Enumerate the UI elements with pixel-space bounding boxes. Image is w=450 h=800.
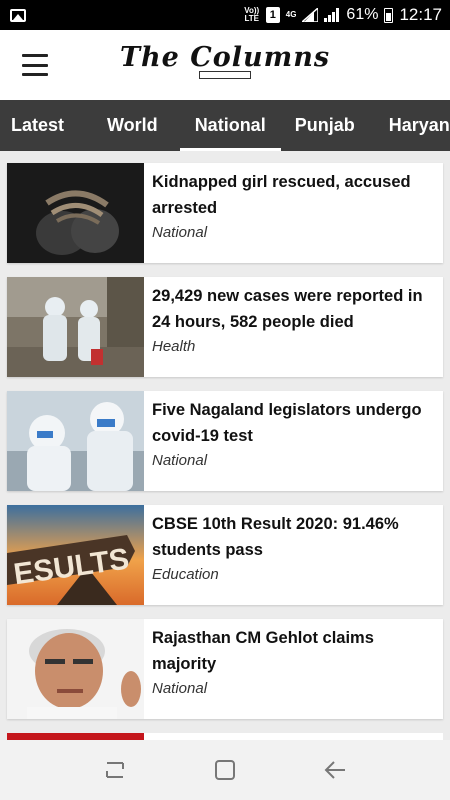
article-category: National <box>152 224 208 241</box>
news-feed: Kidnapped girl rescued, accused arrested… <box>0 151 450 740</box>
clock: 12:17 <box>399 5 442 24</box>
tab-national[interactable]: National <box>179 100 281 151</box>
tab-world[interactable]: World <box>99 100 166 151</box>
battery-percentage: 61% <box>346 6 379 23</box>
back-button[interactable] <box>320 755 350 785</box>
app-title: The Columns <box>119 42 331 73</box>
article-card[interactable]: ESULTS CBSE 10th Result 2020: 91.46% stu… <box>7 505 443 605</box>
article-thumbnail: ESULTS <box>7 505 144 605</box>
back-icon <box>324 761 345 779</box>
gallery-notification-icon <box>10 8 26 22</box>
recent-apps-icon <box>106 762 124 778</box>
article-category: Health <box>152 338 196 355</box>
system-nav-bar <box>0 740 450 800</box>
status-bar: Vo)) LTE 1 4G 61% 12:17 <box>0 0 450 30</box>
article-thumbnail <box>7 163 144 263</box>
category-tabs: Latest World National Punjab Haryana <box>0 100 450 151</box>
article-category: National <box>152 452 208 469</box>
tab-punjab[interactable]: Punjab <box>287 100 363 151</box>
volte-indicator: Vo)) LTE <box>244 6 260 23</box>
article-card[interactable]: 29,429 new cases were reported in 24 hou… <box>7 277 443 377</box>
article-card[interactable]: Rajasthan CM Gehlot claims majority Nati… <box>7 619 443 719</box>
home-button[interactable] <box>210 755 240 785</box>
article-title: 29,429 new cases were reported in 24 hou… <box>152 287 423 331</box>
article-card[interactable]: Kidnapped girl rescued, accused arrested… <box>7 163 443 263</box>
article-title: CBSE 10th Result 2020: 91.46% students p… <box>152 515 399 559</box>
article-category: Education <box>152 566 219 583</box>
home-icon <box>215 760 235 780</box>
signal-icon <box>302 8 319 22</box>
tab-latest[interactable]: Latest <box>3 100 72 151</box>
article-thumbnail <box>7 619 144 719</box>
tab-haryana[interactable]: Haryana <box>381 100 450 151</box>
battery-icon <box>384 7 394 23</box>
sim-slot-icon: 1 <box>265 7 280 23</box>
app-logo: The Columns <box>0 42 450 79</box>
network-type: 4G <box>285 10 297 19</box>
article-card[interactable]: Five Nagaland legislators undergo covid-… <box>7 391 443 491</box>
article-title: Kidnapped girl rescued, accused arrested <box>152 173 411 217</box>
recent-apps-button[interactable] <box>100 755 130 785</box>
signal-bars-icon <box>324 8 340 22</box>
article-title: Rajasthan CM Gehlot claims majority <box>152 629 374 673</box>
app-bar: The Columns <box>0 30 450 100</box>
article-thumbnail <box>7 277 144 377</box>
article-category: National <box>152 680 208 697</box>
article-title: Five Nagaland legislators undergo covid-… <box>152 401 422 445</box>
article-thumbnail <box>7 391 144 491</box>
